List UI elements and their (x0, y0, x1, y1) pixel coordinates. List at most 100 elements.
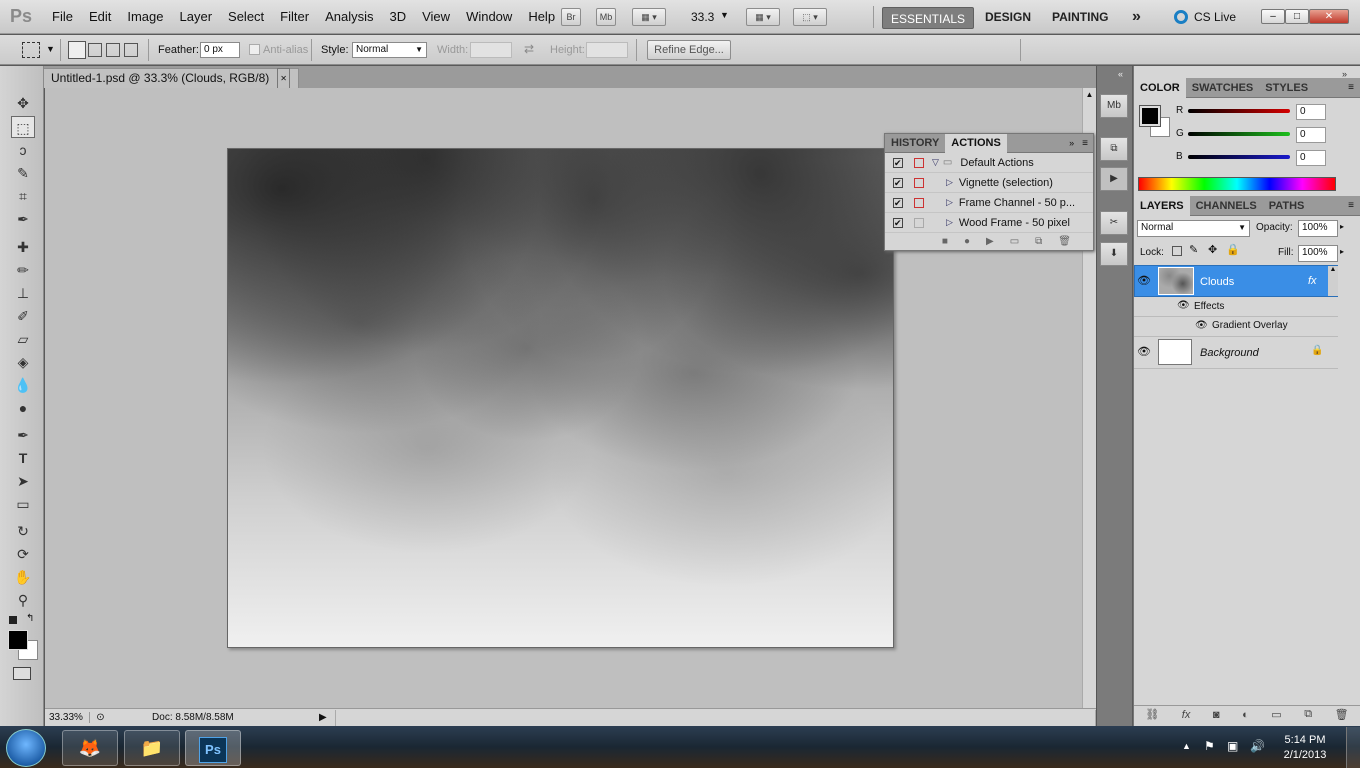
type-tool-icon[interactable]: T (11, 447, 35, 469)
panel-menu-icon[interactable]: ≡ (1348, 82, 1354, 93)
green-slider[interactable] (1188, 132, 1290, 136)
status-menu-icon[interactable]: ▶ (319, 712, 331, 723)
toggle-checkbox[interactable]: ✔ (893, 217, 903, 228)
explorer-taskbar-icon[interactable]: 📁 (124, 730, 180, 766)
cs-live-button[interactable]: CS Live (1194, 10, 1236, 24)
arrange-documents-dropdown[interactable]: ▦ ▾ (746, 8, 780, 26)
menu-filter[interactable]: Filter (272, 0, 317, 34)
play-icon[interactable]: ▶ (986, 236, 994, 247)
workspace-essentials[interactable]: ESSENTIALS (882, 7, 975, 29)
lock-position-icon[interactable]: ✥ (1208, 243, 1217, 256)
network-icon[interactable]: ▣ (1227, 739, 1238, 753)
chevron-down-icon[interactable]: ▼ (720, 10, 729, 20)
disclosure-right-icon[interactable]: ▷ (946, 177, 953, 188)
subtract-selection-icon[interactable] (106, 43, 120, 57)
eraser-tool-icon[interactable]: ▱ (11, 328, 35, 350)
more-workspaces-button[interactable]: » (1124, 0, 1149, 34)
green-input[interactable]: 0 (1296, 127, 1326, 143)
hand-tool-icon[interactable]: ✋ (11, 566, 35, 588)
new-group-icon[interactable]: ▭ (1271, 708, 1281, 721)
collapse-panel-icon[interactable]: » (1069, 138, 1074, 148)
new-layer-icon[interactable]: ⧉ (1304, 708, 1312, 721)
menu-edit[interactable]: Edit (81, 0, 119, 34)
marquee-tool-preset-icon[interactable] (22, 42, 40, 58)
action-set-row[interactable]: ✔ ▽ ▭ Default Actions (885, 153, 1093, 173)
layer-effects-row[interactable] (1134, 297, 1338, 317)
eyedropper-tool-icon[interactable]: ✒ (11, 208, 35, 230)
record-icon[interactable]: ● (964, 236, 970, 247)
foreground-color-swatch[interactable] (8, 630, 28, 650)
new-set-icon[interactable]: ▭ (1010, 236, 1019, 247)
chevron-down-icon[interactable]: ▼ (46, 44, 55, 54)
disclosure-right-icon[interactable]: ▷ (946, 217, 953, 228)
brush-tool-icon[interactable]: ✏ (11, 259, 35, 281)
blue-slider[interactable] (1188, 155, 1290, 159)
healing-brush-tool-icon[interactable]: ✚ (11, 236, 35, 258)
menu-help[interactable]: Help (520, 0, 563, 34)
actions-panel-icon[interactable]: ▶ (1100, 167, 1128, 191)
show-desktop-button[interactable] (1346, 727, 1360, 768)
disclosure-down-icon[interactable]: ▽ (932, 157, 939, 168)
fill-input[interactable]: 100% (1298, 245, 1338, 262)
clock[interactable]: 5:14 PM 2/1/2013 (1280, 734, 1330, 761)
photoshop-taskbar-button[interactable]: Ps (185, 730, 241, 766)
dialog-toggle-icon[interactable] (914, 217, 924, 228)
lock-all-icon[interactable]: 🔒 (1226, 243, 1240, 256)
pen-tool-icon[interactable]: ✒ (11, 424, 35, 446)
quick-selection-tool-icon[interactable]: ✎ (11, 162, 35, 184)
document-tab[interactable]: Untitled-1.psd @ 33.3% (Clouds, RGB/8) ✕ (42, 68, 299, 89)
rectangle-tool-icon[interactable]: ▭ (11, 493, 35, 515)
layer-name-clouds[interactable]: Clouds (1200, 276, 1234, 288)
tab-color[interactable]: COLOR (1134, 77, 1186, 98)
action-center-icon[interactable]: ⚑ (1204, 739, 1215, 753)
add-style-icon[interactable]: fx (1182, 709, 1191, 721)
screen-mode-dropdown[interactable]: ⬚ ▾ (793, 8, 827, 26)
history-brush-tool-icon[interactable]: ✐ (11, 305, 35, 327)
action-row[interactable]: ✔ ▷ Vignette (selection) (885, 173, 1093, 193)
tab-history[interactable]: HISTORY (885, 134, 945, 153)
clone-stamp-tool-icon[interactable]: ⊥ (11, 282, 35, 304)
dialog-toggle-icon[interactable] (914, 157, 924, 168)
blue-input[interactable]: 0 (1296, 150, 1326, 166)
stop-icon[interactable]: ■ (942, 236, 948, 247)
tab-swatches[interactable]: SWATCHES (1186, 78, 1260, 98)
status-info-icon[interactable]: ⊙ (96, 712, 108, 723)
menu-image[interactable]: Image (119, 0, 171, 34)
menu-window[interactable]: Window (458, 0, 520, 34)
history-panel-icon[interactable]: ⧉ (1100, 137, 1128, 161)
blur-tool-icon[interactable]: 💧 (11, 374, 35, 396)
volume-icon[interactable]: 🔊 (1250, 739, 1265, 753)
toggle-checkbox[interactable]: ✔ (893, 197, 903, 208)
action-row[interactable]: ✔ ▷ Frame Channel - 50 p... (885, 193, 1093, 213)
toggle-checkbox[interactable]: ✔ (893, 157, 903, 168)
link-layers-icon[interactable]: ⛓ (1145, 708, 1159, 721)
swap-icon[interactable]: ⇄ (524, 42, 534, 56)
horizontal-scrollbar[interactable] (334, 709, 1096, 726)
lock-image-icon[interactable]: ✎ (1189, 243, 1198, 256)
delete-action-icon[interactable]: 🗑 (1058, 236, 1071, 247)
action-row[interactable]: ✔ ▷ Wood Frame - 50 pixel (885, 213, 1093, 233)
new-action-icon[interactable]: ⧉ (1035, 236, 1042, 247)
minibridge-button[interactable]: Mb (596, 8, 616, 26)
menu-3d[interactable]: 3D (381, 0, 414, 34)
new-selection-icon[interactable] (68, 41, 86, 59)
delete-layer-icon[interactable]: 🗑 (1335, 708, 1349, 721)
extras-dropdown[interactable]: ▦ ▾ (632, 8, 666, 26)
swap-colors-icon[interactable]: ↰ (26, 613, 34, 624)
3d-rotate-tool-icon[interactable]: ↻ (11, 520, 35, 542)
color-spectrum-ramp[interactable] (1138, 177, 1336, 191)
workspace-painting[interactable]: PAINTING (1044, 0, 1116, 34)
red-slider[interactable] (1188, 109, 1290, 113)
mini-bridge-panel-icon[interactable]: Mb (1100, 94, 1128, 118)
opacity-slider-icon[interactable]: ▸ (1340, 222, 1344, 231)
close-button[interactable]: ✕ (1309, 9, 1349, 24)
feather-input[interactable]: 0 px (200, 42, 240, 58)
layer-name-background[interactable]: Background (1200, 347, 1259, 359)
tab-styles[interactable]: STYLES (1259, 78, 1314, 98)
dialog-toggle-icon[interactable] (914, 197, 924, 208)
rectangular-marquee-tool-icon[interactable]: ⬚ (11, 116, 35, 138)
panel-menu-icon[interactable]: ≡ (1348, 200, 1354, 211)
workspace-design[interactable]: DESIGN (977, 0, 1039, 34)
effects-eye-icon[interactable]: 👁 (1177, 300, 1190, 311)
paint-bucket-tool-icon[interactable]: ◈ (11, 351, 35, 373)
